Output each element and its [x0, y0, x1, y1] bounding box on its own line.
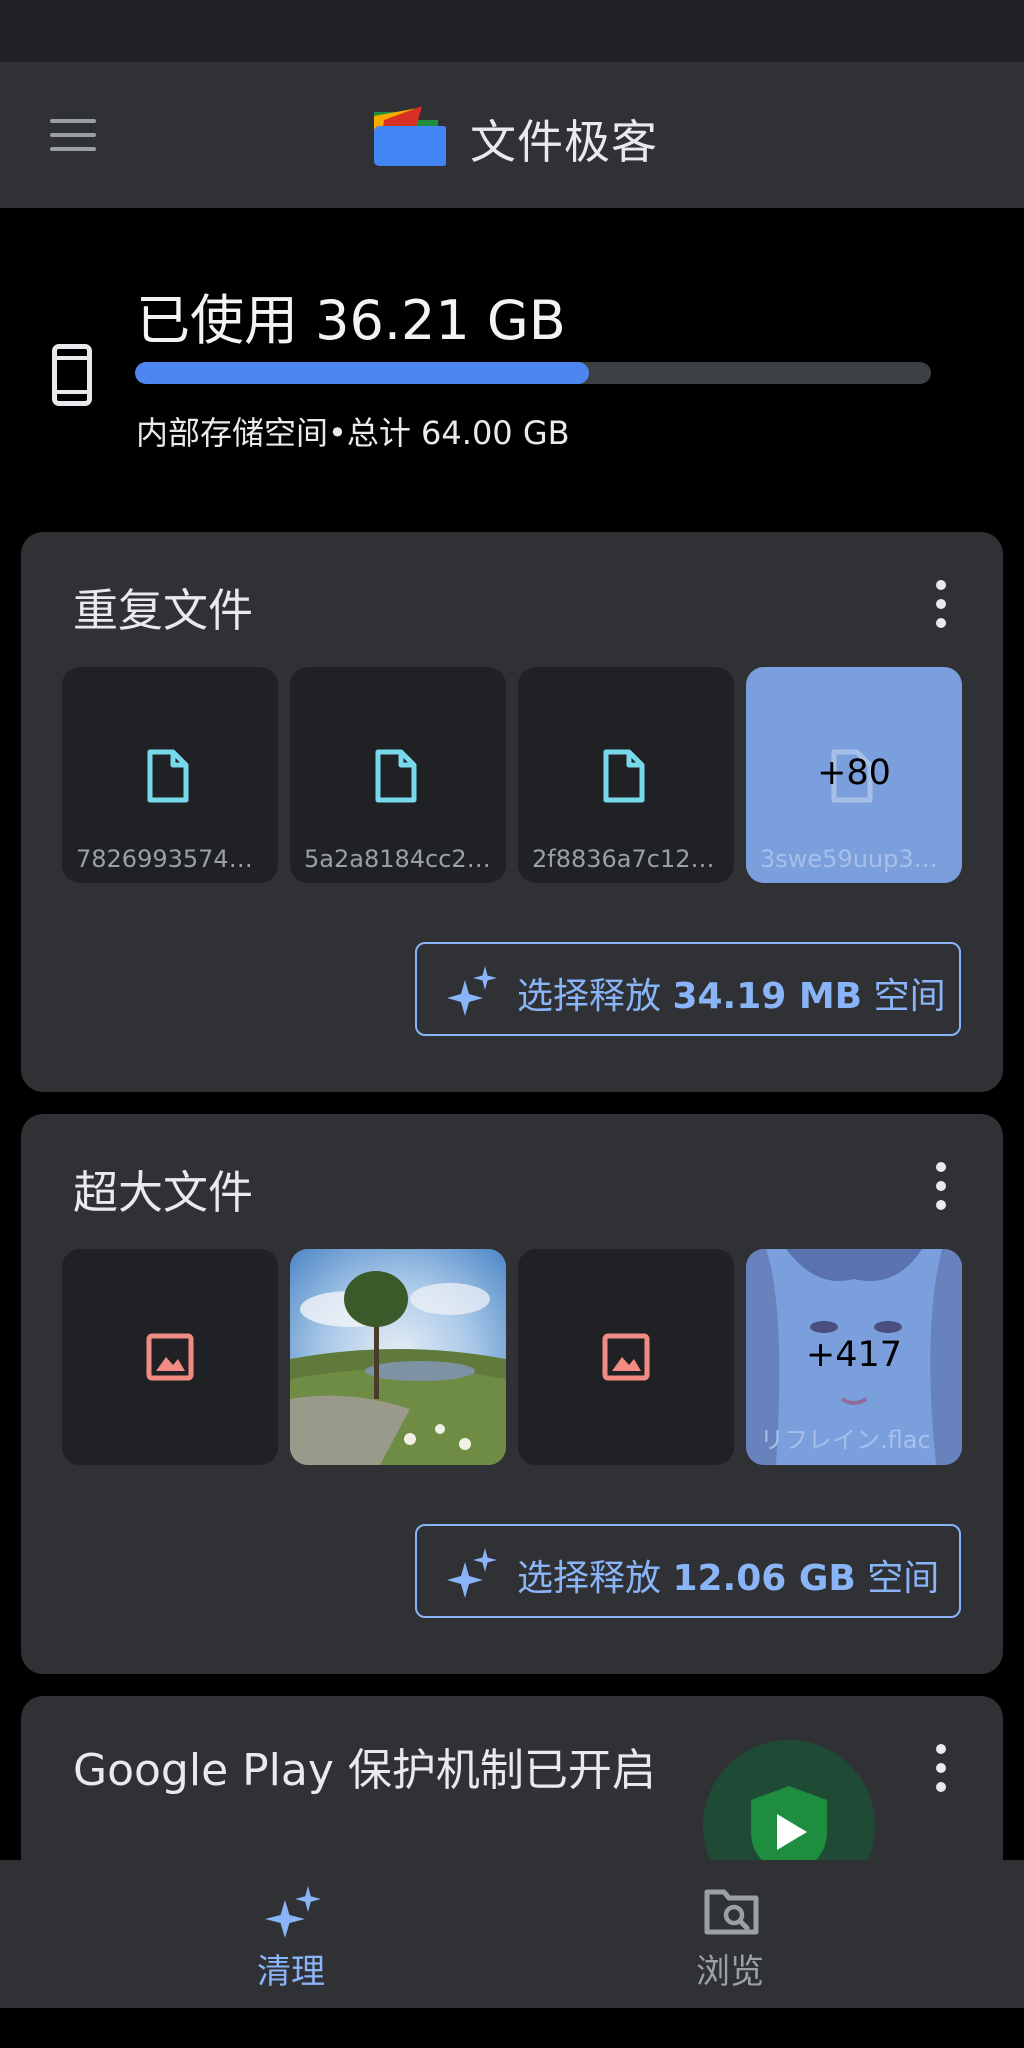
storage-progress-fill — [135, 362, 589, 384]
app-title: 文件极客 — [470, 115, 658, 169]
sparkle-icon — [265, 1886, 321, 1938]
browse-icon — [704, 1889, 759, 1935]
bottom-navigation: 清理 浏览 — [0, 1860, 1024, 2008]
duplicate-files-card: 重复文件 78269935740... 5a2a8184cc20... 2f88… — [21, 532, 1003, 1092]
free-space-button[interactable]: 选择释放 34.19 MB 空间 — [415, 942, 961, 1036]
more-vert-icon[interactable] — [931, 580, 951, 628]
more-count: +417 — [805, 1335, 903, 1375]
tab-browse[interactable]: 浏览 — [630, 1884, 830, 1994]
document-icon — [147, 749, 189, 803]
document-icon — [603, 749, 645, 803]
duplicate-thumbnails: 78269935740... 5a2a8184cc20... 2f8836a7c… — [62, 667, 962, 885]
landscape-photo — [290, 1249, 506, 1465]
system-nav-area — [0, 2008, 1024, 2048]
large-file-thumbnails: +417 リフレイン.flac — [62, 1249, 962, 1467]
image-icon — [602, 1333, 650, 1381]
storage-total: 内部存储空间•总计 64.00 GB — [136, 414, 570, 452]
more-vert-icon[interactable] — [931, 1162, 951, 1210]
large-files-card: 超大文件 +417 リフレイン.flac 选择释放 12.06 GB 空间 — [21, 1114, 1003, 1674]
file-thumbnail[interactable]: 78269935740... — [62, 667, 278, 883]
file-thumbnail[interactable]: 5a2a8184cc20... — [290, 667, 506, 883]
more-files-thumbnail[interactable]: +417 リフレイン.flac — [746, 1249, 962, 1465]
free-space-label: 选择释放 34.19 MB 空间 — [517, 976, 946, 1017]
storage-summary[interactable]: 已使用 36.21 GB 内部存储空间•总计 64.00 GB — [0, 208, 1024, 528]
app-bar: 文件极客 — [0, 62, 1024, 208]
tab-browse-label: 浏览 — [696, 1952, 764, 1992]
menu-icon[interactable] — [42, 106, 104, 164]
sparkle-icon — [447, 1548, 497, 1598]
play-protect-title: Google Play 保护机制已开启 — [73, 1745, 656, 1796]
more-files-thumbnail[interactable]: +80 3swe59uup3u... — [746, 667, 962, 883]
file-thumbnail[interactable] — [518, 1249, 734, 1465]
more-count: +80 — [817, 753, 891, 793]
file-thumbnail[interactable] — [62, 1249, 278, 1465]
card-title: 重复文件 — [73, 584, 254, 637]
file-name: 2f8836a7c122... — [532, 845, 722, 873]
document-icon — [375, 749, 417, 803]
storage-progress — [135, 362, 931, 384]
file-name: 3swe59uup3u... — [760, 845, 950, 873]
free-space-label: 选择释放 12.06 GB 空间 — [517, 1558, 940, 1599]
image-icon — [146, 1333, 194, 1381]
file-name: 5a2a8184cc20... — [304, 845, 494, 873]
file-thumbnail[interactable]: 2f8836a7c122... — [518, 667, 734, 883]
sparkle-icon — [447, 966, 497, 1016]
file-name: リフレイン.flac — [760, 1426, 931, 1454]
card-title: 超大文件 — [73, 1166, 254, 1219]
files-logo — [374, 106, 446, 166]
status-bar — [0, 0, 1024, 62]
photo-thumbnail[interactable] — [290, 1249, 506, 1465]
tab-clean-label: 清理 — [257, 1952, 325, 1992]
free-space-button[interactable]: 选择释放 12.06 GB 空间 — [415, 1524, 961, 1618]
phone-icon — [52, 344, 92, 406]
tab-clean[interactable]: 清理 — [191, 1884, 391, 1994]
file-name: 78269935740... — [76, 845, 266, 873]
storage-used: 已使用 36.21 GB — [136, 289, 566, 352]
more-vert-icon[interactable] — [931, 1744, 951, 1792]
